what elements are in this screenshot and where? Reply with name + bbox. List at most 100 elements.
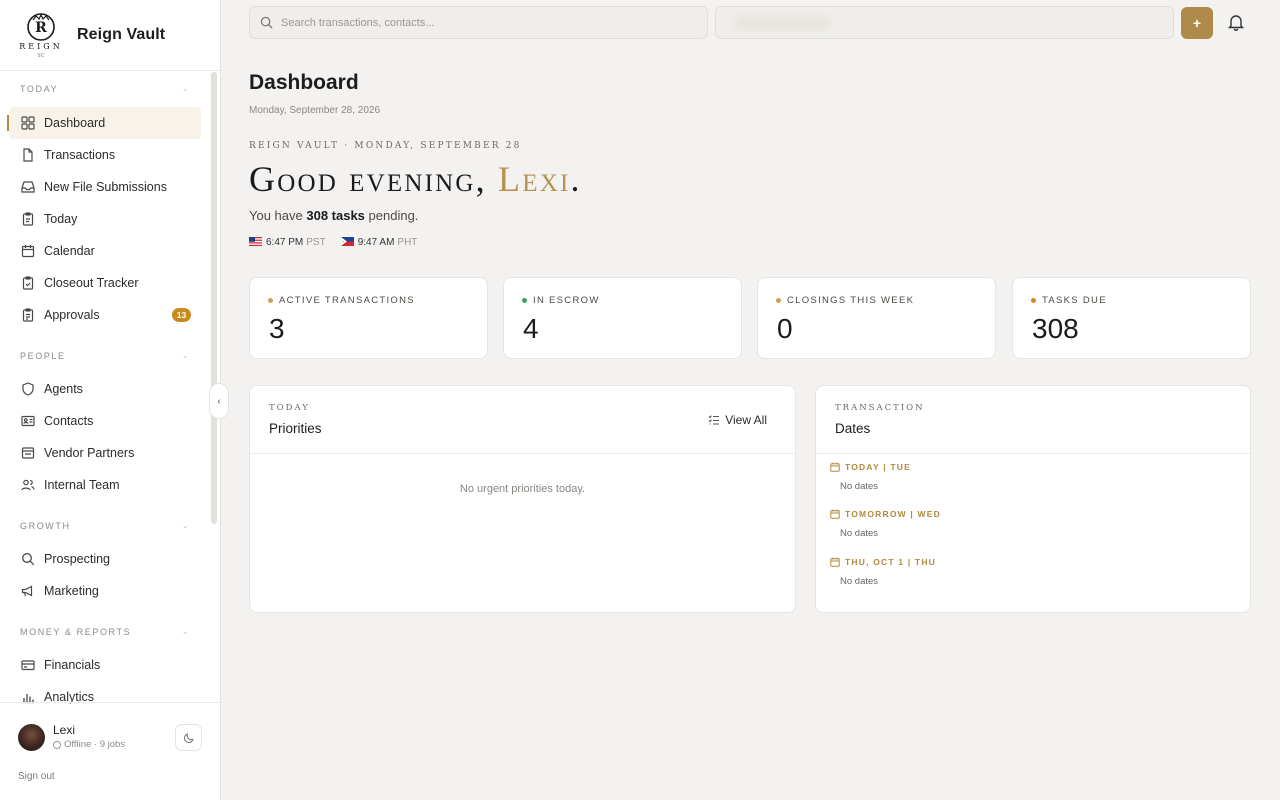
store-icon xyxy=(20,446,35,461)
grid-icon xyxy=(20,116,35,131)
stat-label-text: Active Transactions xyxy=(279,295,415,306)
pending-count: 308 tasks xyxy=(306,208,365,223)
bell-icon[interactable] xyxy=(1226,12,1246,32)
date-group-today: Today | Tue No dates xyxy=(830,462,911,492)
chevron-down-icon: ⌄ xyxy=(181,351,190,360)
svg-text:TC: TC xyxy=(37,53,44,58)
view-all-button[interactable]: View All xyxy=(708,413,767,427)
section-label-today[interactable]: Today ⌄ xyxy=(0,78,210,100)
sidebar-nav: Today ⌄ Dashboard Transactions New File … xyxy=(0,78,210,713)
sidebar-item-marketing[interactable]: Marketing xyxy=(0,575,201,607)
sidebar-item-financials[interactable]: Financials xyxy=(0,649,201,681)
sidebar-footer: Lexi Offline · 9 jobs Sign out xyxy=(0,702,221,800)
stat-card-in-escrow[interactable]: In Escrow 4 xyxy=(503,277,742,359)
pending-prefix: You have xyxy=(249,208,307,223)
moon-icon xyxy=(183,732,194,743)
secondary-top-field[interactable] xyxy=(715,6,1174,39)
inbox-icon xyxy=(20,180,35,195)
stat-card-tasks-due[interactable]: Tasks Due 308 xyxy=(1012,277,1251,359)
chevron-down-icon: ⌄ xyxy=(181,627,190,636)
stat-label: Tasks Due xyxy=(1031,295,1107,306)
sidebar-item-agents[interactable]: Agents xyxy=(0,373,201,405)
status-dot-icon xyxy=(776,298,781,303)
reign-logo-icon: R REIGN TC xyxy=(14,12,68,58)
megaphone-icon xyxy=(20,584,35,599)
date-group-heading: Thu, Oct 1 | Thu xyxy=(830,557,936,567)
svg-text:R: R xyxy=(35,20,47,36)
chevron-down-icon: ⌄ xyxy=(181,84,190,93)
sidebar-item-label: Today xyxy=(44,212,78,226)
sidebar-item-label: Internal Team xyxy=(44,478,120,492)
brand[interactable]: R REIGN TC Reign Vault xyxy=(0,0,220,71)
pending-summary: You have 308 tasks pending. xyxy=(249,208,418,223)
contact-card-icon xyxy=(20,414,35,429)
sidebar-item-label: Marketing xyxy=(44,584,99,598)
page-title: Dashboard xyxy=(249,71,359,94)
priorities-header: Today Priorities View All xyxy=(250,386,795,454)
ph-flag-icon xyxy=(340,237,354,246)
stat-card-active-transactions[interactable]: Active Transactions 3 xyxy=(249,277,488,359)
stat-label-text: Tasks Due xyxy=(1042,295,1107,306)
date-group-heading-text: Tomorrow | Wed xyxy=(845,509,941,519)
stat-label: In Escrow xyxy=(522,295,600,306)
us-flag-icon xyxy=(249,237,262,246)
date-group-heading-text: Thu, Oct 1 | Thu xyxy=(845,557,936,567)
stat-label-text: Closings This Week xyxy=(787,295,915,306)
view-all-label: View All xyxy=(725,413,767,427)
calendar-icon xyxy=(20,244,35,259)
transaction-dates-card: Transaction Dates Today | Tue No dates T… xyxy=(815,385,1251,613)
date-group-note: No dates xyxy=(840,481,879,492)
add-button[interactable]: + xyxy=(1181,7,1213,39)
section-label-growth[interactable]: Growth ⌄ xyxy=(0,515,210,537)
sidebar-item-contacts[interactable]: Contacts xyxy=(0,405,201,437)
status-dot-icon xyxy=(1031,298,1036,303)
collapse-sidebar-button[interactable]: ‹ xyxy=(209,383,229,419)
stat-label: Active Transactions xyxy=(268,295,415,306)
calendar-icon xyxy=(830,462,840,472)
sidebar-scrollbar[interactable] xyxy=(211,72,217,524)
sidebar-item-internal-team[interactable]: Internal Team xyxy=(0,469,201,501)
sidebar-item-dashboard[interactable]: Dashboard xyxy=(7,107,201,139)
date-group-heading: Today | Tue xyxy=(830,462,911,472)
sidebar-item-label: Contacts xyxy=(44,414,94,428)
sidebar-item-prospecting[interactable]: Prospecting xyxy=(0,543,201,575)
avatar[interactable] xyxy=(18,724,45,751)
sign-out-link[interactable]: Sign out xyxy=(18,771,55,782)
search-bar[interactable] xyxy=(249,6,708,39)
approvals-count-badge: 13 xyxy=(172,308,191,322)
theme-toggle-button[interactable] xyxy=(175,724,202,751)
greeting-eyebrow: Reign Vault · Monday, September 28 xyxy=(249,141,522,151)
users-icon xyxy=(20,478,35,493)
section-label-money-reports[interactable]: Money & Reports ⌄ xyxy=(0,621,210,643)
chevron-left-icon: ‹ xyxy=(217,395,221,407)
sidebar-item-transactions[interactable]: Transactions xyxy=(0,139,201,171)
date-group-note: No dates xyxy=(840,576,879,587)
sidebar-item-label: Financials xyxy=(44,658,101,672)
sidebar-item-today[interactable]: Today xyxy=(0,203,201,235)
sidebar-item-label: Vendor Partners xyxy=(44,446,135,460)
greeting-suffix: . xyxy=(570,159,582,199)
sidebar-item-approvals[interactable]: Approvals 13 xyxy=(0,299,201,331)
blurred-content xyxy=(734,16,830,30)
stat-label: Closings This Week xyxy=(776,295,914,306)
clipboard-list-icon xyxy=(20,308,35,323)
clock-us-tz: PST xyxy=(306,237,326,248)
search-input[interactable] xyxy=(281,16,681,29)
stat-value: 0 xyxy=(777,313,793,344)
priorities-card: Today Priorities View All No urgent prio… xyxy=(249,385,796,613)
sidebar-item-closeout-tracker[interactable]: Closeout Tracker xyxy=(0,267,201,299)
sidebar-item-calendar[interactable]: Calendar xyxy=(0,235,201,267)
dates-title: Dates xyxy=(835,421,871,436)
sidebar: R REIGN TC Reign Vault Today ⌄ Dashboard… xyxy=(0,0,221,800)
svg-text:REIGN: REIGN xyxy=(19,42,62,51)
sidebar-item-vendor-partners[interactable]: Vendor Partners xyxy=(0,437,201,469)
section-label-text: Growth xyxy=(20,521,71,531)
list-check-icon xyxy=(708,414,720,426)
stat-card-closings-this-week[interactable]: Closings This Week 0 xyxy=(757,277,996,359)
section-label-people[interactable]: People ⌄ xyxy=(0,345,210,367)
search-icon xyxy=(20,552,35,567)
priorities-empty-message: No urgent priorities today. xyxy=(459,483,586,495)
sidebar-item-new-file-submissions[interactable]: New File Submissions xyxy=(0,171,201,203)
date-group-heading: Tomorrow | Wed xyxy=(830,509,941,519)
world-clocks: 6:47 PM PST 9:47 AM PHT xyxy=(249,237,417,248)
